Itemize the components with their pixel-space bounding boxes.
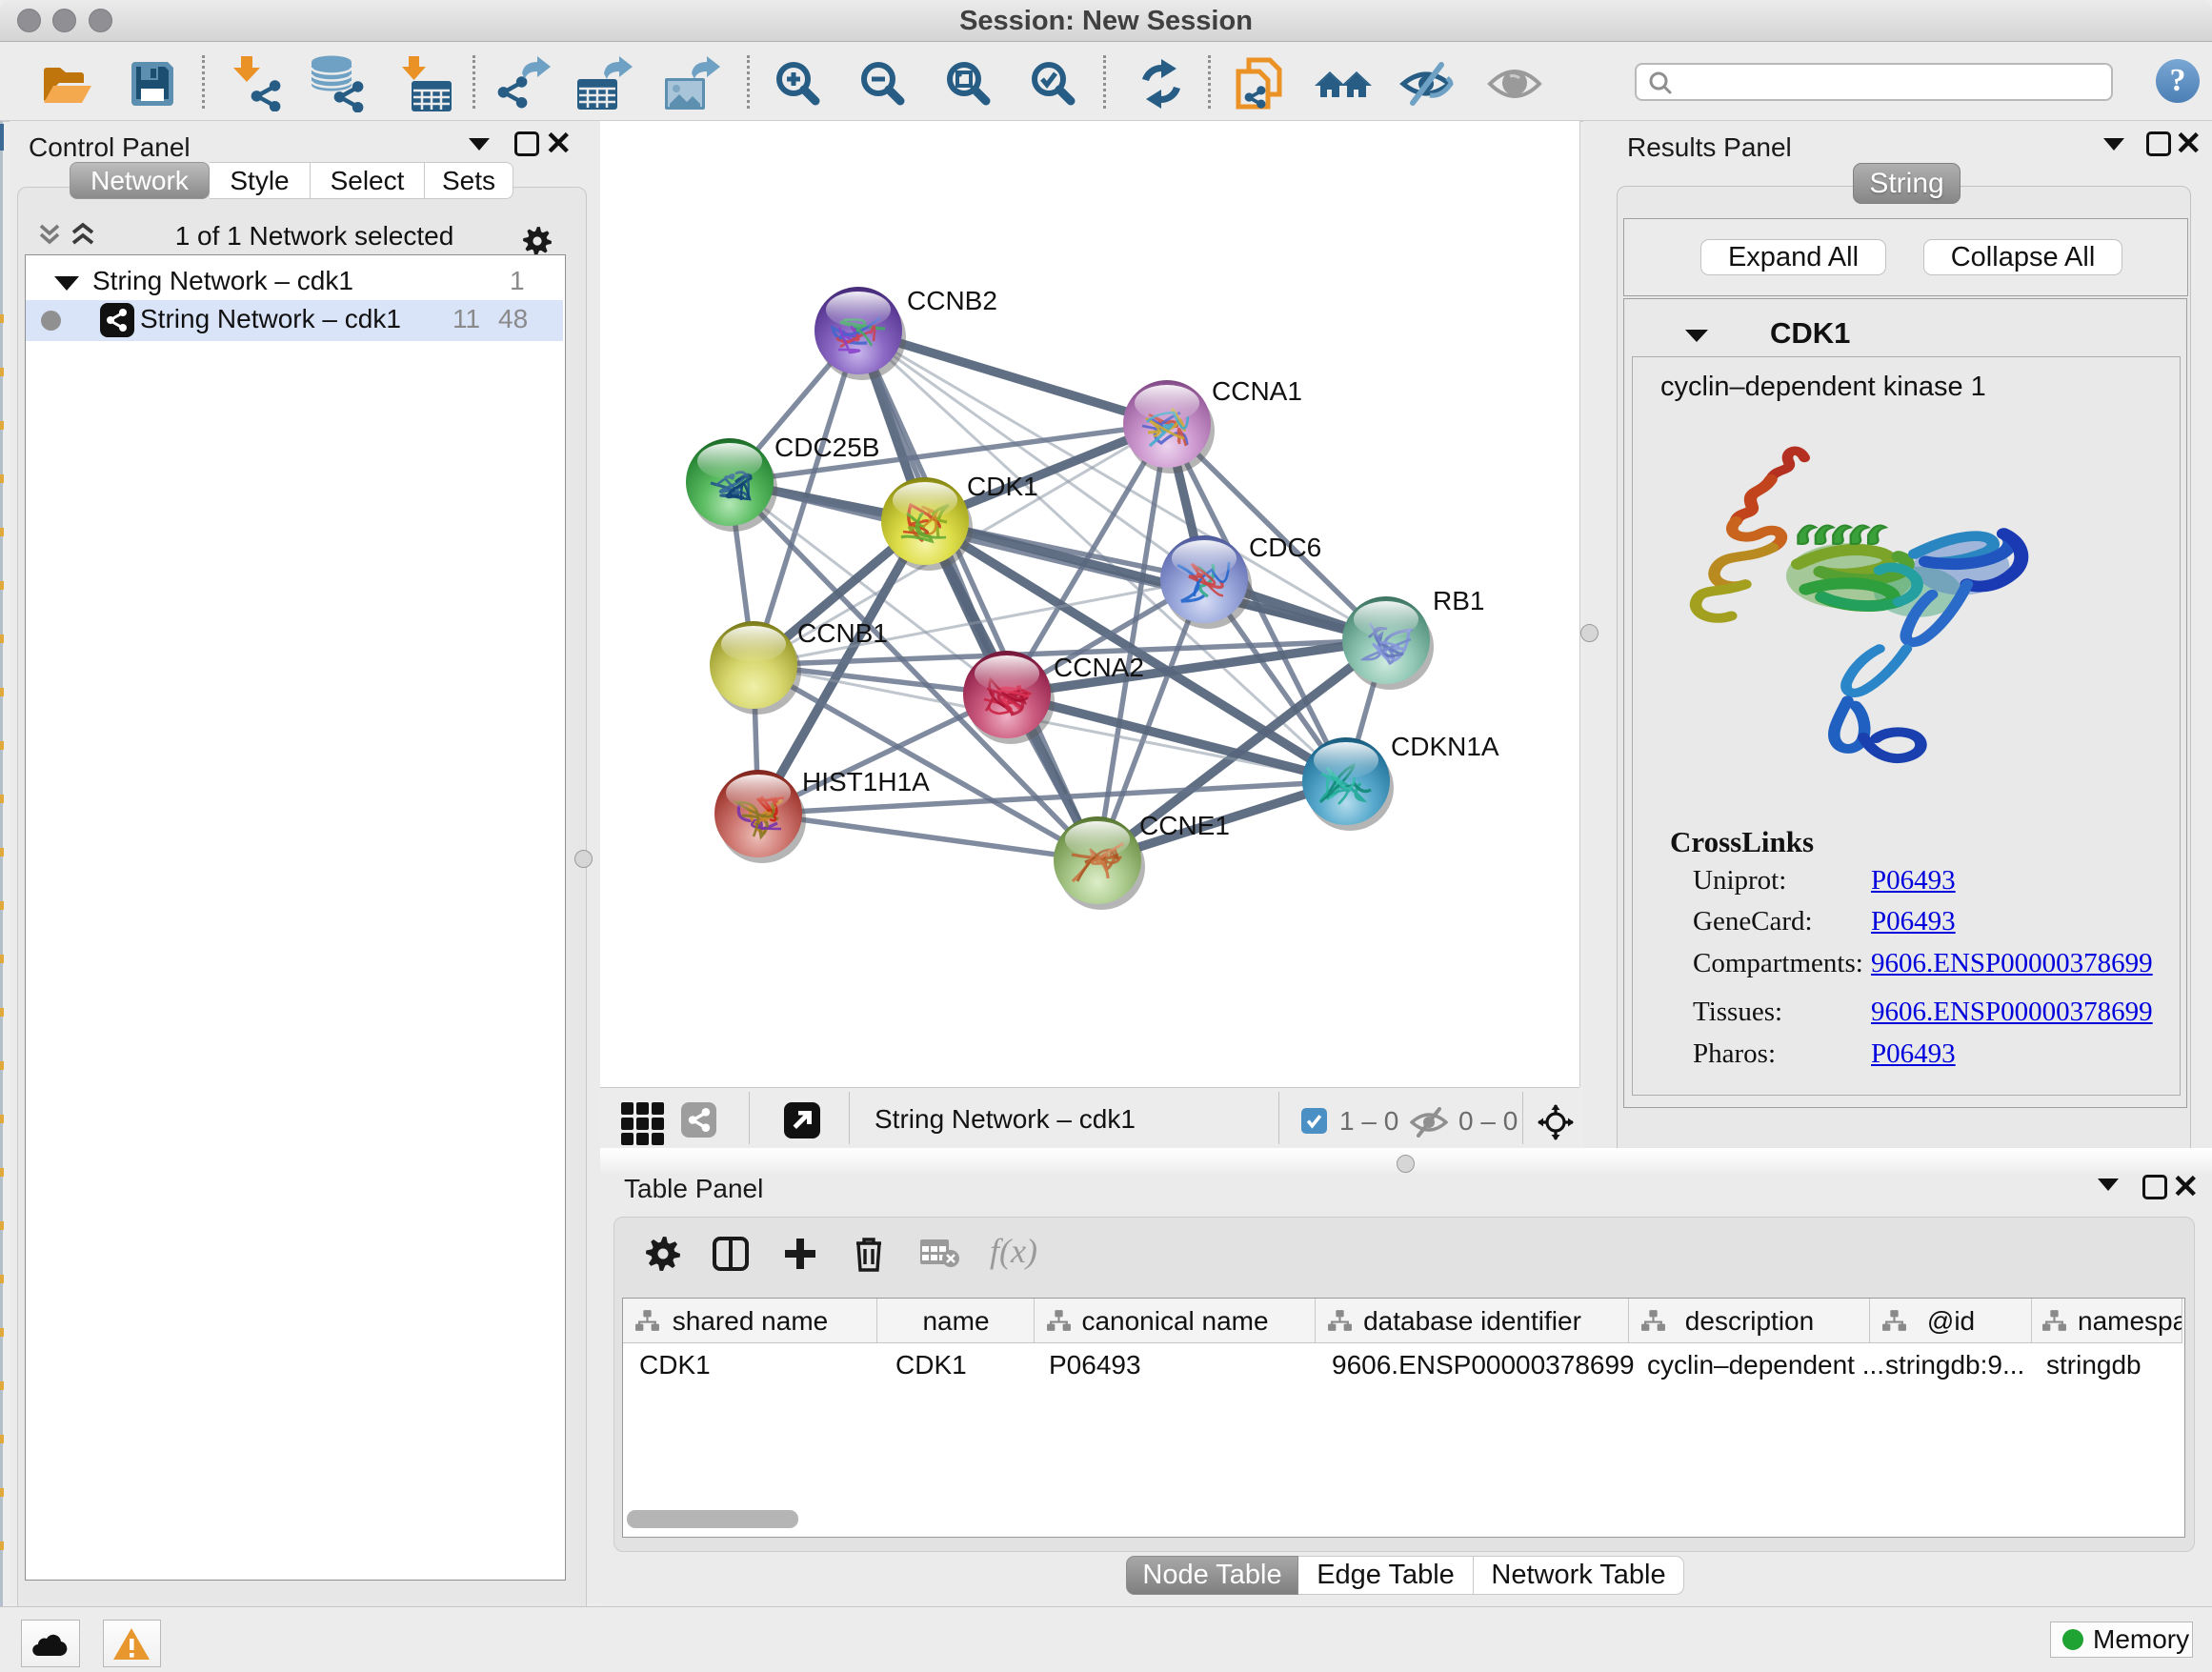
svg-text:CDK1: CDK1 [967, 472, 1038, 501]
svg-text:CCNB1: CCNB1 [797, 618, 888, 648]
svg-text:CCNB2: CCNB2 [907, 286, 997, 315]
svg-text:RB1: RB1 [1433, 586, 1484, 615]
svg-text:CCNA1: CCNA1 [1212, 376, 1302, 406]
svg-text:CDKN1A: CDKN1A [1391, 732, 1499, 761]
svg-text:CCNE1: CCNE1 [1139, 811, 1230, 840]
svg-text:CDC25B: CDC25B [774, 433, 879, 462]
svg-text:CDC6: CDC6 [1249, 533, 1321, 562]
svg-text:CCNA2: CCNA2 [1054, 653, 1144, 682]
svg-text:HIST1H1A: HIST1H1A [802, 767, 930, 796]
